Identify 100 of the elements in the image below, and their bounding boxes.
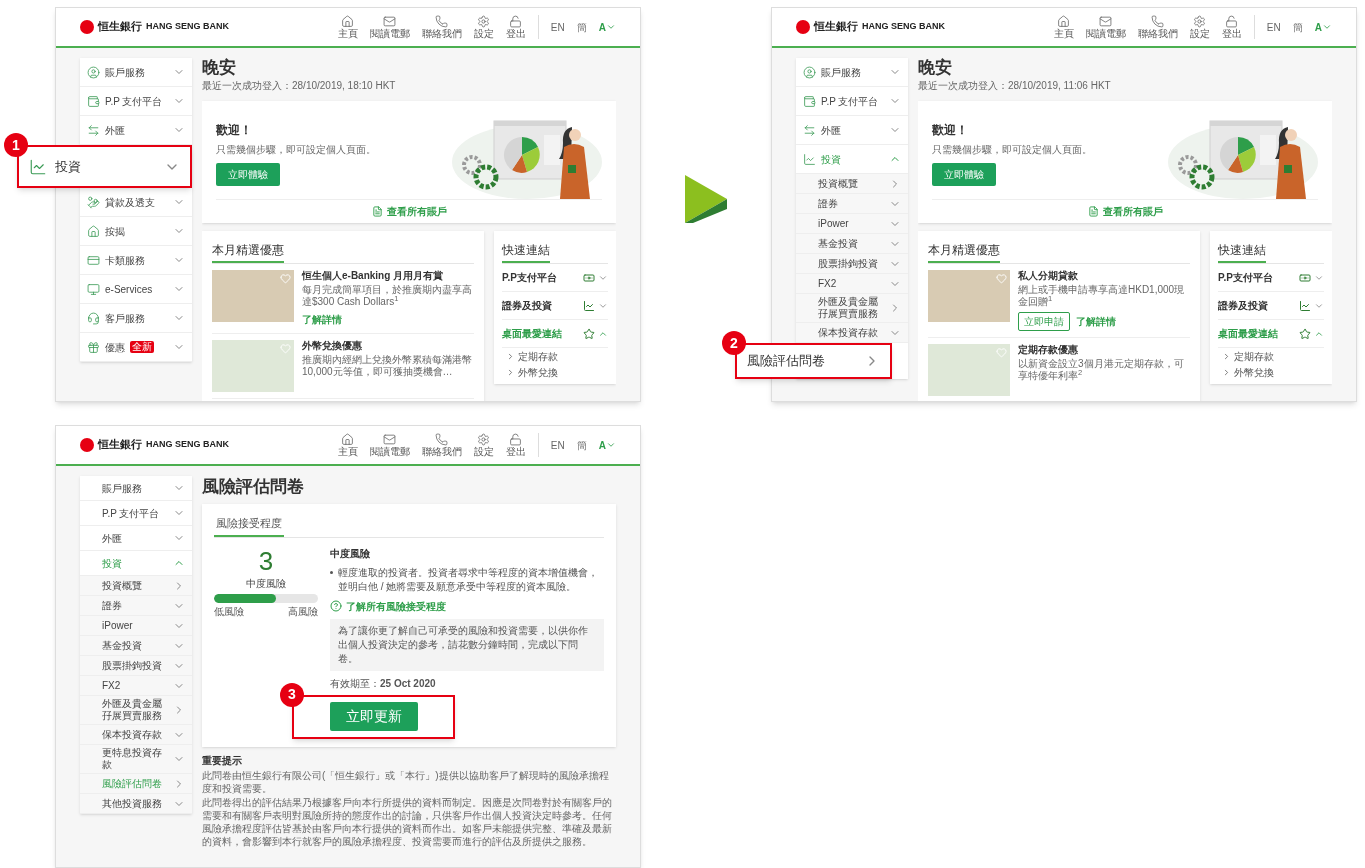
sidebar-subitem[interactable]: FX2 xyxy=(796,274,908,294)
view-all-accounts-link[interactable]: 查看所有賬戶 xyxy=(371,204,447,219)
nav-link[interactable]: 主頁 xyxy=(1053,14,1074,40)
sidebar-subitem[interactable]: 其他投資服務 xyxy=(80,794,192,814)
offer-description: 網上或手機申請專享高達HKD1,000現金回贈$^{1}$ xyxy=(1018,284,1186,308)
language-option[interactable]: EN xyxy=(1266,19,1281,35)
phone-icon xyxy=(435,14,449,28)
exchange-icon xyxy=(803,123,816,137)
offers-title: 本月精選優惠 xyxy=(212,241,284,263)
quick-link-item[interactable]: 桌面最愛連結 xyxy=(502,320,608,348)
sidebar-subitem[interactable]: 投資概覽 xyxy=(80,576,192,596)
sidebar-item[interactable]: 賬戶服務 xyxy=(80,476,192,501)
sidebar-item[interactable]: 優惠 全新 xyxy=(80,333,192,362)
phone-icon xyxy=(1151,14,1165,28)
quick-link-item[interactable]: P.P支付平台 xyxy=(502,264,608,292)
mail-icon xyxy=(383,14,397,28)
sidebar-subitem[interactable]: FX2 xyxy=(80,676,192,696)
quick-link-item[interactable]: 證券及投資 xyxy=(502,292,608,320)
nav-link[interactable]: 主頁 xyxy=(337,432,358,458)
offer-description: 以新資金設立3個月港元定期存款，可享特優年利率$^{2}$ xyxy=(1018,358,1185,382)
nav-link[interactable]: 閱讀電郵 xyxy=(1085,14,1126,40)
banknote-icon xyxy=(583,271,595,284)
nav-link[interactable]: 聯絡我們 xyxy=(1137,14,1178,40)
view-all-accounts-link[interactable]: 查看所有賬戶 xyxy=(1087,204,1163,219)
quick-link-item[interactable]: 桌面最愛連結 xyxy=(1218,320,1324,348)
language-option[interactable]: 簡 xyxy=(576,19,587,35)
help-icon xyxy=(330,600,342,612)
sidebar-item[interactable]: P.P 支付平台 xyxy=(796,87,908,116)
sidebar-item[interactable]: 賬戶服務 xyxy=(80,58,192,87)
sidebar-subitem[interactable]: iPower xyxy=(80,616,192,636)
sidebar-subitem[interactable]: 股票掛鉤投資 xyxy=(80,656,192,676)
sidebar-item[interactable]: 按揭 xyxy=(80,217,192,246)
heart-icon[interactable] xyxy=(996,347,1007,358)
sidebar-item[interactable]: P.P 支付平台 xyxy=(80,501,192,526)
home-icon xyxy=(341,432,355,446)
nav-link[interactable]: 主頁 xyxy=(337,14,358,40)
quick-link-item[interactable]: P.P支付平台 xyxy=(1218,264,1324,292)
risk-levels-link[interactable]: 了解所有風險接受程度 xyxy=(330,598,604,614)
apply-now-button[interactable]: 立即申請 xyxy=(1018,312,1070,331)
offer-title: 恒生個人e-Banking 月用月有賞 xyxy=(302,270,445,282)
heart-icon[interactable] xyxy=(996,273,1007,284)
bank-name-chinese: 恒生銀行 xyxy=(98,18,142,35)
nav-link[interactable]: 登出 xyxy=(505,14,526,40)
wallet-icon xyxy=(87,94,100,108)
sidebar-subitem[interactable]: 證券 xyxy=(796,194,908,214)
nav-link[interactable]: 設定 xyxy=(1189,14,1210,40)
nav-link[interactable]: 聯絡我們 xyxy=(421,14,462,40)
mail-icon xyxy=(1099,14,1113,28)
house-icon xyxy=(87,224,100,238)
learn-more-link[interactable]: 了解詳情 xyxy=(1076,314,1116,329)
mail-icon xyxy=(383,432,397,446)
language-option[interactable]: EN xyxy=(550,437,565,453)
bank-name: HANG SENG BANK xyxy=(862,20,945,34)
quick-link-subitem[interactable]: 定期存款 xyxy=(1218,348,1324,364)
learn-more-link[interactable]: 了解詳情 xyxy=(302,312,342,327)
offer-description: 每月完成簡單項目，於推廣期內盡享高達$300 Cash Dollars$^{1}$ xyxy=(302,284,473,308)
nav-link[interactable]: 設定 xyxy=(473,432,494,458)
welcome-title: 歡迎！ xyxy=(932,121,968,139)
sidebar-subitem[interactable]: 基金投資 xyxy=(796,234,908,254)
sidebar-subitem[interactable]: 外匯及貴金屬孖展買賣服務 xyxy=(796,294,908,323)
tab[interactable]: 風險接受程度 xyxy=(214,515,284,537)
quick-link-subitem[interactable]: 定期存款 xyxy=(502,348,608,364)
language-option[interactable]: EN xyxy=(550,19,565,35)
nav-link[interactable]: 閱讀電郵 xyxy=(369,432,410,458)
document-icon xyxy=(1087,206,1099,217)
sidebar-item[interactable]: 外匯 xyxy=(796,116,908,145)
nav-link[interactable]: 登出 xyxy=(505,432,526,458)
nav-link[interactable]: 閱讀電郵 xyxy=(369,14,410,40)
sidebar-subitem[interactable]: 證券 xyxy=(80,596,192,616)
sidebar-item[interactable]: P.P 支付平台 xyxy=(80,87,192,116)
quick-link-item[interactable]: 證券及投資 xyxy=(1218,292,1324,320)
sidebar-item[interactable]: e-Services xyxy=(80,275,192,304)
language-option[interactable]: 簡 xyxy=(1292,19,1303,35)
quick-link-subitem[interactable]: 外幣兌換 xyxy=(502,364,608,380)
sidebar-item[interactable]: 卡類服務 xyxy=(80,246,192,275)
sidebar-subitem[interactable]: 投資概覽 xyxy=(796,174,908,194)
sidebar-subitem[interactable]: 基金投資 xyxy=(80,636,192,656)
nav-link[interactable]: 聯絡我們 xyxy=(421,432,462,458)
language-option[interactable]: 簡 xyxy=(576,437,587,453)
sidebar-item[interactable]: 客戶服務 xyxy=(80,304,192,333)
sidebar-item[interactable]: 賬戶服務 xyxy=(796,58,908,87)
quick-link-subitem[interactable]: 外幣兌換 xyxy=(1218,364,1324,380)
settings-icon xyxy=(1193,14,1207,28)
nav-link[interactable]: 登出 xyxy=(1221,14,1242,40)
bank-name: HANG SENG BANK xyxy=(146,438,229,452)
nav-link[interactable]: 設定 xyxy=(473,14,494,40)
notice-paragraph: 此問卷得出的評估結果乃根據客戶向本行所提供的資料而制定。因應是次問卷對於有關客戶的需要和有關客戶表明對風險所持的態度作出的討論，只供客戶作出個人投資決定時參考。任何風險承擔程度評估皆基於由客戶向本行提供的資料而作出。如客戶未能提供完整、準確及最新的資料，會影響到本行就客戶的風險承擔程度、投資需要而進行的評估及所提供之服務。 xyxy=(202,795,613,848)
sidebar-subitem[interactable]: iPower xyxy=(796,214,908,234)
last-login-text: 最近一次成功登入：28/10/2019, 11:06 HKT xyxy=(918,79,1112,93)
sidebar-subitem[interactable]: 更特息投資存款 xyxy=(80,745,192,774)
sidebar-item[interactable]: 貸款及透支 xyxy=(80,188,192,217)
lock-icon xyxy=(509,14,523,28)
sidebar-subitem[interactable]: 外匯及貴金屬孖展買賣服務 xyxy=(80,696,192,725)
heart-icon[interactable] xyxy=(280,343,291,354)
headset-icon xyxy=(87,311,100,325)
bank-name-chinese: 恒生銀行 xyxy=(814,18,858,35)
sidebar-item[interactable]: 外匯 xyxy=(80,526,192,551)
heart-icon[interactable] xyxy=(280,273,291,284)
sidebar-subitem[interactable]: 保本投資存款 xyxy=(80,725,192,745)
sidebar-subitem[interactable]: 股票掛鉤投資 xyxy=(796,254,908,274)
